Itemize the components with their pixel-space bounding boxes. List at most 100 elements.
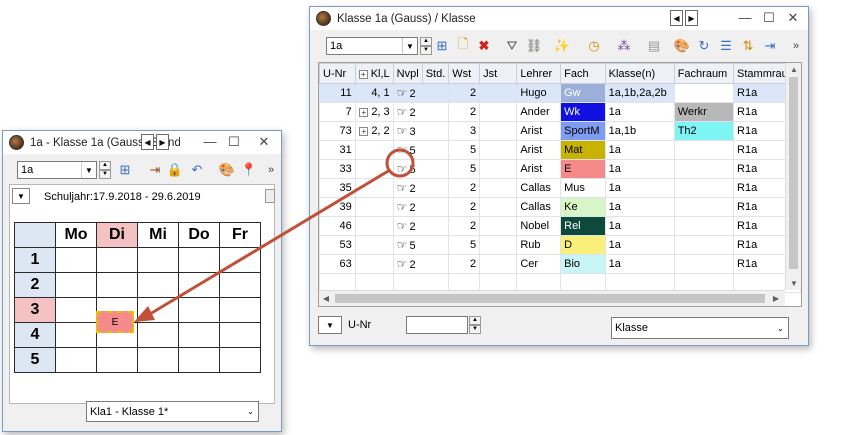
cell-wst[interactable]: 2 xyxy=(448,216,481,236)
cell-lehrer[interactable]: Nobel xyxy=(516,216,562,236)
timetable-cell[interactable] xyxy=(219,272,261,298)
cell-wst[interactable]: 5 xyxy=(448,159,481,179)
cell-fachraum[interactable]: Th2 xyxy=(673,121,735,141)
timetable-cell[interactable] xyxy=(55,297,97,323)
undo-icon[interactable]: ↶ xyxy=(189,162,205,178)
magic-wand-icon[interactable]: ✨ xyxy=(554,38,570,54)
sort-icon[interactable]: ⇅ xyxy=(740,38,756,54)
timetable-cell[interactable] xyxy=(96,347,138,373)
close-icon[interactable]: ✕ xyxy=(253,134,275,150)
print-icon[interactable]: ▤ xyxy=(646,38,662,54)
drag-hand-icon[interactable]: ☞ xyxy=(397,124,408,138)
cell-kl[interactable] xyxy=(354,197,394,217)
timetable-cell[interactable] xyxy=(219,322,261,348)
cell-jst[interactable] xyxy=(479,121,518,141)
cell-lehrer[interactable]: Ander xyxy=(516,102,562,122)
palette-icon[interactable]: 🎨 xyxy=(674,38,690,54)
previous-icon[interactable]: ◀ xyxy=(141,134,154,150)
timetable-lesson-e[interactable]: E xyxy=(96,311,134,333)
cell-fachraum[interactable] xyxy=(673,159,735,179)
vertical-scrollbar[interactable]: ▲ ▼ xyxy=(785,63,801,290)
column-header[interactable]: Jst xyxy=(479,63,518,84)
vertical-scroll-thumb[interactable] xyxy=(789,77,798,269)
cell-klasse[interactable]: 1a xyxy=(604,159,675,179)
maximize-icon[interactable]: ☐ xyxy=(223,134,245,150)
layout-select[interactable]: Kla1 - Klasse 1* ⌄ xyxy=(86,401,259,422)
cell-fachraum[interactable] xyxy=(673,140,735,160)
cell-fach[interactable]: Rel xyxy=(560,216,606,236)
column-header[interactable]: Std. xyxy=(421,63,450,84)
table-row[interactable]: 63 ☞ 2 2 Cer Bio 1a R1a xyxy=(319,254,801,274)
cell-nvpl[interactable]: ☞ 5 xyxy=(392,159,450,179)
cell-kl[interactable] xyxy=(354,235,394,255)
cell-wst[interactable]: 2 xyxy=(448,83,481,103)
minimize-icon[interactable]: — xyxy=(199,134,221,149)
link-icon[interactable]: ⛓ xyxy=(526,38,543,54)
side-scroll-button[interactable] xyxy=(265,189,275,203)
cell-kl[interactable]: +2, 3 xyxy=(354,102,394,122)
cell-kl[interactable] xyxy=(354,140,394,160)
expand-icon[interactable]: + xyxy=(359,108,369,117)
timetable-cell[interactable] xyxy=(178,297,220,323)
cell-lehrer[interactable]: Arist xyxy=(516,140,562,160)
table-row[interactable]: 7 +2, 3 ☞ 2 2 Ander Wk 1a Werkr R1a xyxy=(319,102,801,122)
cell-jst[interactable] xyxy=(479,102,518,122)
class-spinner[interactable]: ▲ ▼ xyxy=(420,37,432,55)
timetable-cell[interactable] xyxy=(55,272,97,298)
cell-klasse[interactable]: 1a,1b xyxy=(604,121,675,141)
cell-nvpl[interactable]: ☞ 5 xyxy=(392,235,450,255)
table-row[interactable]: 33 ☞ 5 5 Arist E 1a R1a xyxy=(319,159,801,179)
cell-fachraum[interactable] xyxy=(673,254,735,274)
column-header[interactable]: Lehrer xyxy=(516,63,562,84)
timetable-cell[interactable] xyxy=(55,322,97,348)
cell-kl[interactable]: 4, 1 xyxy=(354,83,394,103)
expand-all-icon[interactable]: + xyxy=(358,69,368,79)
refresh-icon[interactable]: ↻ xyxy=(696,38,712,54)
cell-klasse[interactable]: 1a xyxy=(604,216,675,236)
table-row[interactable]: 39 ☞ 2 2 Callas Ke 1a R1a xyxy=(319,197,801,217)
cell-klasse[interactable]: 1a xyxy=(604,235,675,255)
horizontal-scroll-thumb[interactable] xyxy=(335,294,765,303)
cell-wst[interactable]: 2 xyxy=(448,254,481,274)
cell-fachraum[interactable] xyxy=(673,197,735,217)
footer-number-input[interactable] xyxy=(406,316,468,334)
next-icon[interactable]: ▶ xyxy=(685,10,698,26)
scroll-down-icon[interactable]: ▼ xyxy=(787,279,801,288)
column-header[interactable]: Fachraum xyxy=(673,63,735,84)
timetable-cell[interactable] xyxy=(178,347,220,373)
close-icon[interactable]: ✕ xyxy=(782,10,804,26)
timetable-cell[interactable] xyxy=(137,322,179,348)
cell-unr[interactable]: 63 xyxy=(319,254,356,274)
cell-fach[interactable]: Gw xyxy=(560,83,606,103)
cell-wst[interactable]: 2 xyxy=(448,197,481,217)
timetable-cell[interactable] xyxy=(55,247,97,273)
column-header[interactable]: Klasse(n) xyxy=(604,63,675,84)
cell-lehrer[interactable]: Callas xyxy=(516,197,562,217)
column-header[interactable]: U-Nr xyxy=(319,63,356,84)
lock-icon[interactable]: 🔒 xyxy=(167,162,183,178)
clock-icon[interactable]: ◷ xyxy=(586,38,602,54)
cell-klasse[interactable]: 1a xyxy=(604,140,675,160)
cell-jst[interactable] xyxy=(479,254,518,274)
cell-fach[interactable]: D xyxy=(560,235,606,255)
cell-unr[interactable]: 39 xyxy=(319,197,356,217)
scroll-left-icon[interactable]: ◀ xyxy=(319,294,333,303)
cell-wst[interactable]: 2 xyxy=(448,102,481,122)
timetable-cell[interactable] xyxy=(137,272,179,298)
cell-unr[interactable]: 31 xyxy=(319,140,356,160)
cell-unr[interactable]: 73 xyxy=(319,121,356,141)
cell-klasse[interactable]: 1a,1b,2a,2b xyxy=(604,83,675,103)
cell-fachraum[interactable] xyxy=(673,235,735,255)
cell-lehrer[interactable]: Callas xyxy=(516,178,562,198)
timetable-cell[interactable] xyxy=(219,347,261,373)
pin-icon[interactable]: 📍 xyxy=(241,162,257,178)
cell-nvpl[interactable]: ☞ 3 xyxy=(392,121,450,141)
cell-lehrer[interactable]: Arist xyxy=(516,159,562,179)
cell-wst[interactable]: 5 xyxy=(448,235,481,255)
cell-kl[interactable] xyxy=(354,254,394,274)
cell-fachraum[interactable]: Werkr xyxy=(673,102,735,122)
cell-jst[interactable] xyxy=(479,235,518,255)
new-document-icon[interactable]: 🗋 xyxy=(455,36,471,54)
filter-icon[interactable]: ⛛ xyxy=(504,38,520,54)
cell-lehrer[interactable]: Rub xyxy=(516,235,562,255)
